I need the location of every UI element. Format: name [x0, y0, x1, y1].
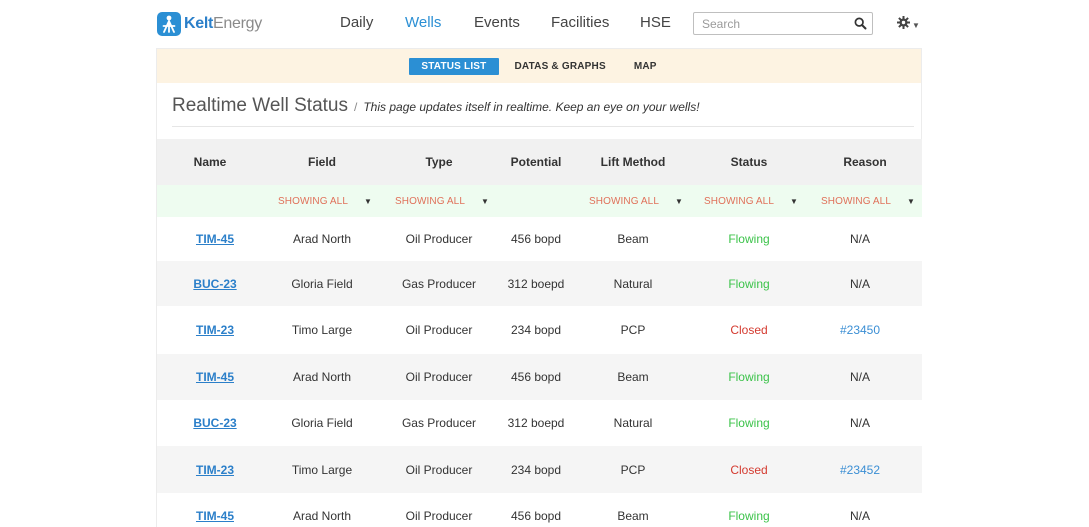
cell-potential: 456 bopd: [510, 509, 562, 523]
well-name-link[interactable]: TIM-23: [196, 323, 234, 337]
divider: [172, 126, 914, 127]
cell-type: Oil Producer: [405, 462, 473, 477]
caret-down-icon: ▼: [481, 196, 490, 206]
subnav-tabs: STATUS LIST DATAS & GRAPHS MAP: [157, 49, 921, 83]
column-header-status[interactable]: Status: [691, 139, 807, 185]
wells-table: Name Field Type Potential Lift Method St…: [157, 139, 922, 527]
filter-field[interactable]: SHOWING ALL ▼: [278, 185, 378, 217]
gear-icon: [897, 16, 910, 34]
filter-reason[interactable]: SHOWING ALL ▼: [821, 185, 921, 217]
cell-type: Oil Producer: [405, 370, 473, 384]
cell-lift-method: Natural: [613, 276, 653, 291]
cell-type: Oil Producer: [405, 232, 473, 246]
cell-field: Arad North: [292, 232, 352, 246]
column-header-field[interactable]: Field: [263, 139, 381, 185]
cell-status: Flowing: [728, 276, 770, 291]
cell-potential: 312 boepd: [507, 276, 565, 291]
cell-lift-method: Beam: [617, 232, 649, 246]
nav-item-daily[interactable]: Daily: [340, 14, 373, 31]
table-row: TIM-23 Timo Large Oil Producer 234 bopd …: [157, 446, 922, 493]
cell-type: Oil Producer: [405, 323, 473, 337]
cell-potential: 456 bopd: [510, 232, 562, 246]
cell-lift-method: PCP: [620, 462, 646, 477]
cell-field: Timo Large: [291, 323, 353, 337]
column-header-potential[interactable]: Potential: [497, 139, 575, 185]
cell-potential: 456 bopd: [510, 370, 562, 384]
cell-type: Gas Producer: [401, 276, 477, 291]
nav-item-hse[interactable]: HSE: [640, 14, 671, 31]
cell-reason: N/A: [849, 370, 870, 384]
tab-status-list[interactable]: STATUS LIST: [409, 57, 499, 75]
main-card: STATUS LIST DATAS & GRAPHS MAP Realtime …: [156, 48, 922, 527]
filter-type[interactable]: SHOWING ALL ▼: [395, 185, 495, 217]
cell-status: Flowing: [728, 370, 770, 384]
title-separator: /: [354, 100, 358, 114]
settings-menu[interactable]: ▼: [897, 16, 920, 34]
reason-link[interactable]: #23450: [840, 323, 880, 337]
cell-potential: 312 boepd: [507, 416, 565, 430]
cell-field: Timo Large: [291, 462, 353, 477]
table-row: TIM-45 Arad North Oil Producer 456 bopd …: [157, 217, 922, 261]
column-header-type[interactable]: Type: [381, 139, 497, 185]
tab-map[interactable]: MAP: [622, 58, 669, 75]
top-navbar: KeltEnergy Daily Wells Events Facilities…: [0, 0, 1089, 48]
cell-type: Gas Producer: [401, 416, 477, 430]
well-name-link[interactable]: BUC-23: [193, 416, 236, 430]
table-row: TIM-45 Arad North Oil Producer 456 bopd …: [157, 354, 922, 400]
cell-lift-method: Beam: [617, 370, 649, 384]
cell-reason: N/A: [849, 509, 870, 523]
table-row: TIM-23 Timo Large Oil Producer 234 bopd …: [157, 306, 922, 354]
nav-item-facilities[interactable]: Facilities: [551, 14, 609, 31]
tab-datas-graphs[interactable]: DATAS & GRAPHS: [503, 58, 618, 75]
reason-link[interactable]: #23452: [840, 463, 880, 477]
cell-lift-method: PCP: [620, 323, 646, 337]
filter-row: SHOWING ALL ▼ SHOWING ALL ▼ SHOWING ALL ▼ S…: [157, 185, 922, 217]
page-title: Realtime Well Status: [172, 95, 348, 116]
filter-lift-method[interactable]: SHOWING ALL ▼: [589, 185, 689, 217]
nav-item-wells[interactable]: Wells: [405, 14, 441, 31]
page-description: This page updates itself in realtime. Ke…: [363, 100, 700, 114]
cell-reason: N/A: [849, 416, 870, 430]
column-header-name[interactable]: Name: [157, 139, 263, 185]
cell-status: Closed: [730, 323, 768, 337]
search-box: [693, 12, 873, 35]
cell-status: Flowing: [728, 416, 770, 430]
nav-item-events[interactable]: Events: [474, 14, 520, 31]
cell-field: Gloria Field: [291, 276, 353, 291]
table-row: BUC-23 Gloria Field Gas Producer 312 boe…: [157, 400, 922, 446]
table-row: BUC-23 Gloria Field Gas Producer 312 boe…: [157, 261, 922, 306]
cell-reason: N/A: [849, 232, 870, 246]
caret-down-icon: ▼: [790, 196, 799, 206]
caret-down-icon: ▼: [907, 196, 916, 206]
cell-type: Oil Producer: [405, 509, 473, 523]
column-header-lift-method[interactable]: Lift Method: [575, 139, 691, 185]
table-header: Name Field Type Potential Lift Method St…: [157, 139, 922, 185]
well-name-link[interactable]: BUC-23: [193, 277, 236, 291]
cell-field: Gloria Field: [291, 416, 353, 430]
cell-potential: 234 bopd: [510, 462, 562, 477]
table-row: TIM-45 Arad North Oil Producer 456 bopd …: [157, 493, 922, 527]
search-input[interactable]: [694, 13, 844, 34]
filter-status[interactable]: SHOWING ALL ▼: [704, 185, 804, 217]
cell-field: Arad North: [292, 509, 352, 523]
well-name-link[interactable]: TIM-45: [196, 509, 234, 523]
caret-down-icon: ▼: [675, 196, 684, 206]
cell-field: Arad North: [292, 370, 352, 384]
main-nav: Daily Wells Events Facilities HSE: [0, 14, 1089, 34]
well-name-link[interactable]: TIM-23: [196, 463, 234, 477]
cell-potential: 234 bopd: [510, 323, 562, 337]
cell-lift-method: Natural: [613, 416, 653, 430]
cell-reason: N/A: [849, 276, 870, 291]
cell-status: Closed: [730, 462, 768, 477]
search-icon[interactable]: [854, 17, 867, 35]
cell-status: Flowing: [728, 509, 770, 523]
chevron-down-icon: ▼: [912, 20, 920, 30]
cell-status: Flowing: [728, 232, 770, 246]
column-header-reason[interactable]: Reason: [807, 139, 923, 185]
well-name-link[interactable]: TIM-45: [196, 370, 234, 384]
cell-lift-method: Beam: [617, 509, 649, 523]
page-header: Realtime Well Status / This page updates…: [172, 95, 700, 117]
well-name-link[interactable]: TIM-45: [196, 232, 234, 246]
caret-down-icon: ▼: [364, 196, 373, 206]
